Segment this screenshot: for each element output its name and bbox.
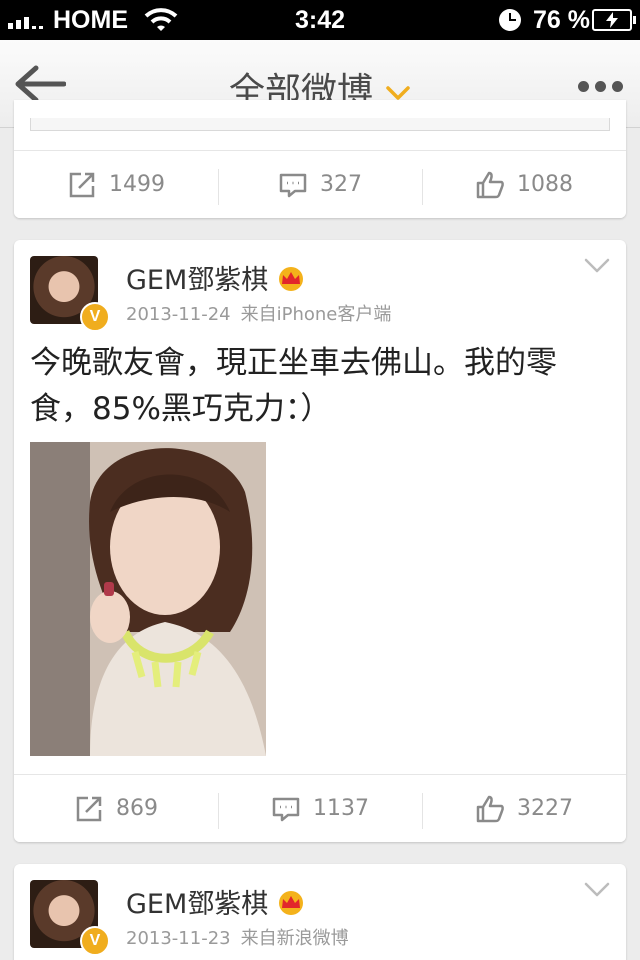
- post-date: 2013-11-23: [126, 928, 231, 949]
- comment-count: 1137: [313, 796, 369, 821]
- action-bar: 1499 327 1088: [14, 150, 626, 218]
- battery-percent: 76 %: [533, 6, 590, 34]
- thumbs-up-icon: [476, 795, 504, 822]
- repost-count: 869: [116, 796, 158, 821]
- repost-button[interactable]: 1499: [14, 151, 218, 218]
- like-button[interactable]: 1088: [422, 151, 626, 218]
- post-author[interactable]: GEM鄧紫棋: [126, 258, 306, 297]
- username: GEM鄧紫棋: [126, 265, 269, 296]
- status-bar: HOME 3:42 76 %: [0, 0, 640, 40]
- post-image[interactable]: [30, 442, 266, 756]
- crown-icon: [279, 267, 304, 291]
- comment-icon: [272, 797, 300, 821]
- feed-card: V GEM鄧紫棋 2013-11-23 来自新浪微博: [14, 864, 626, 960]
- chevron-down-icon: [386, 86, 410, 100]
- alarm-clock-icon: [499, 9, 521, 31]
- post-date: 2013-11-24: [126, 304, 231, 325]
- post-image-picture: [30, 442, 266, 756]
- post-meta: 2013-11-23 来自新浪微博: [126, 924, 349, 950]
- verified-badge-icon: V: [80, 302, 110, 332]
- post-source: 来自新浪微博: [240, 928, 349, 949]
- feed-card: V GEM鄧紫棋 2013-11-24 来自iPhone客户端 今晚歌友會，現正坐…: [14, 240, 626, 842]
- quoted-post-box: [30, 118, 610, 131]
- comment-count: 327: [320, 172, 362, 197]
- thumbs-up-icon: [476, 171, 504, 198]
- username: GEM鄧紫棋: [126, 889, 269, 920]
- comment-button[interactable]: 327: [218, 151, 422, 218]
- repost-icon: [76, 796, 102, 821]
- post-source: 来自iPhone客户端: [240, 304, 392, 325]
- like-count: 3227: [517, 796, 573, 821]
- comment-icon: [279, 173, 307, 197]
- more-options-icon[interactable]: [578, 81, 623, 92]
- crown-icon: [279, 891, 304, 915]
- post-text: 今晚歌友會，現正坐車去佛山。我的零食，85%黑巧克力：）: [30, 345, 557, 427]
- verified-badge-icon: V: [80, 926, 110, 956]
- repost-button[interactable]: 869: [14, 775, 218, 842]
- comment-button[interactable]: 1137: [218, 775, 422, 842]
- chevron-down-icon[interactable]: [584, 258, 610, 274]
- feed-card: 1499 327 1088: [14, 100, 626, 218]
- like-button[interactable]: 3227: [422, 775, 626, 842]
- like-count: 1088: [517, 172, 573, 197]
- battery-charging-icon: [592, 9, 636, 31]
- post-meta: 2013-11-24 来自iPhone客户端: [126, 300, 391, 326]
- chevron-down-icon[interactable]: [584, 882, 610, 898]
- repost-icon: [69, 172, 95, 197]
- repost-count: 1499: [109, 172, 165, 197]
- post-author[interactable]: GEM鄧紫棋: [126, 882, 306, 921]
- action-bar: 869 1137 3227: [14, 774, 626, 842]
